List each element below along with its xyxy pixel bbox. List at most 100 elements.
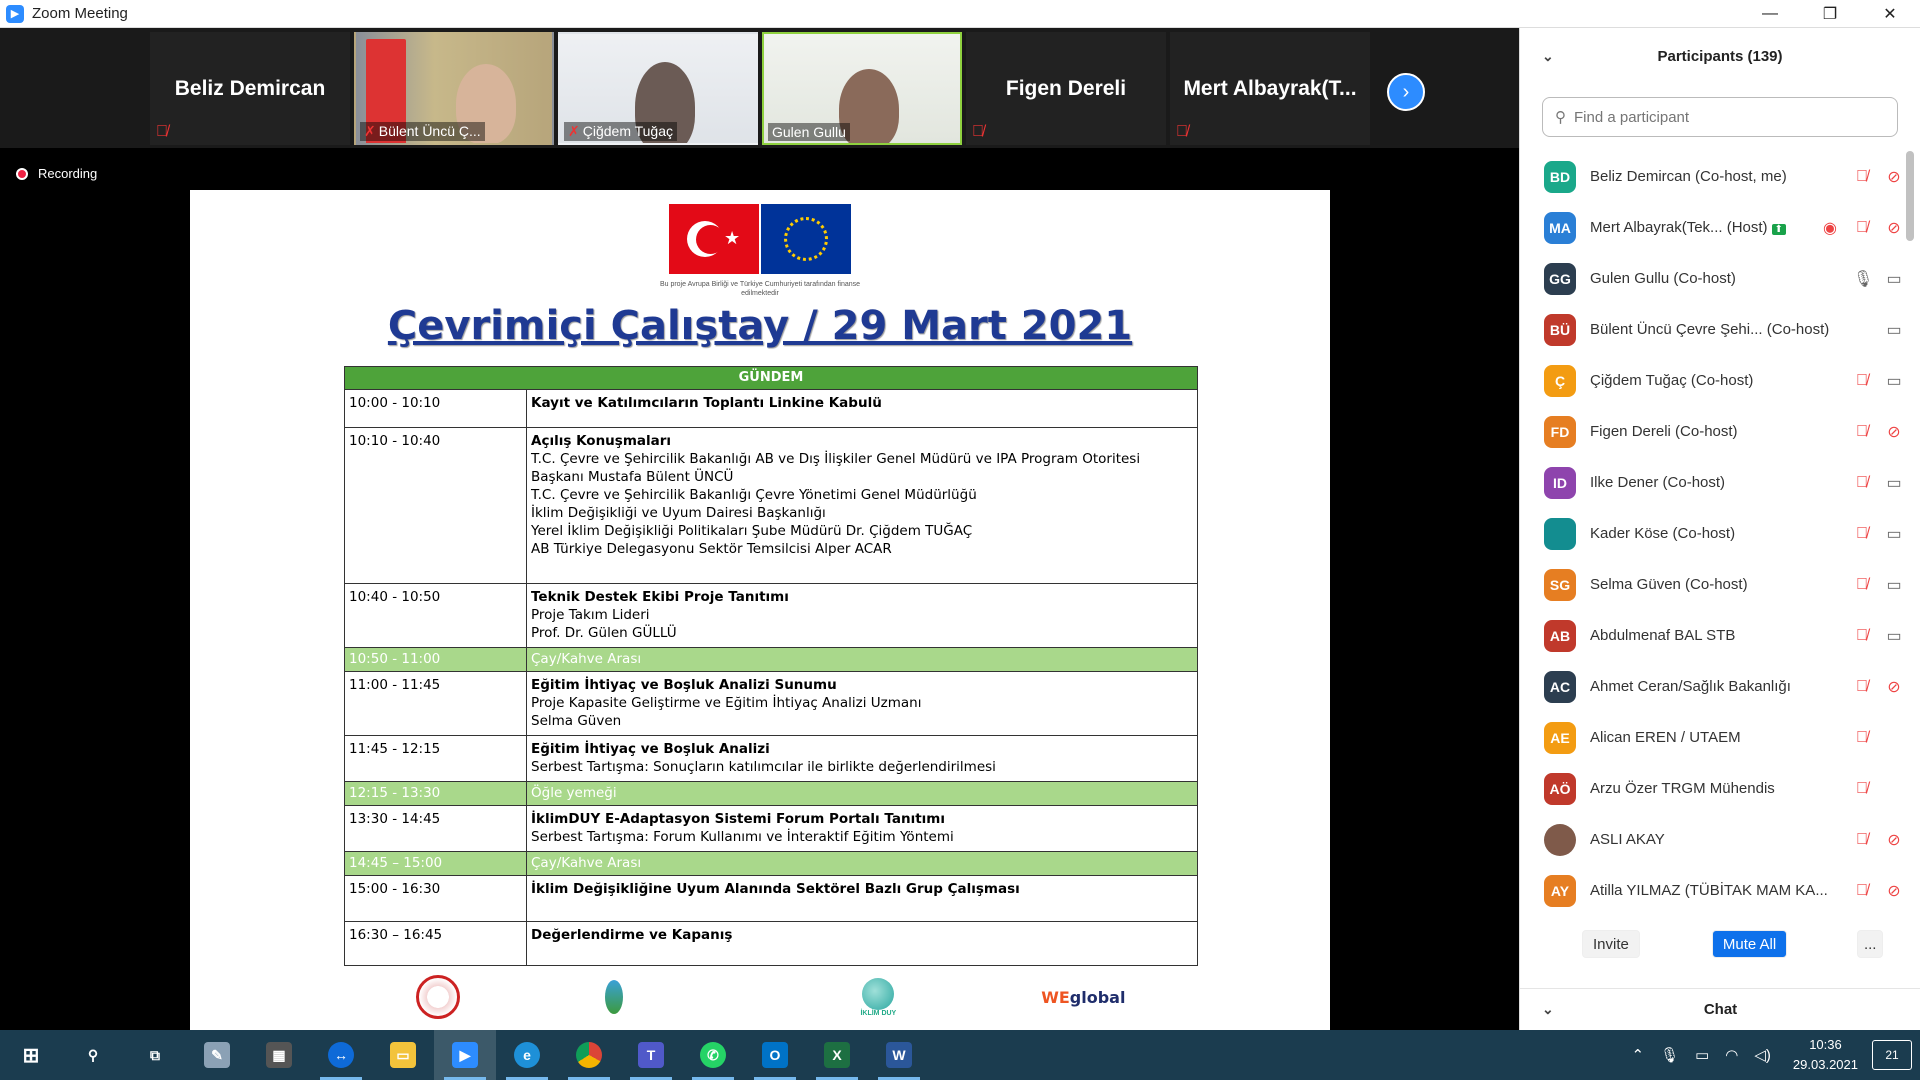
mic-icon[interactable]: 🎙: [1853, 269, 1873, 289]
taskbar-app-word[interactable]: W: [868, 1030, 930, 1080]
mic-muted-icon[interactable]: 🎙̸: [1853, 882, 1871, 900]
agenda-item-line: Çay/Kahve Arası: [531, 855, 642, 871]
search-input[interactable]: [1574, 108, 1874, 126]
turkey-flag-icon: ★: [669, 204, 759, 274]
camera-icon[interactable]: ▭: [1885, 269, 1903, 289]
chevron-down-icon[interactable]: ⌄: [1542, 48, 1554, 65]
camera-icon[interactable]: ▭: [1885, 626, 1903, 646]
participant-row[interactable]: GG Gulen Gullu (Co-host) 🎙 ▭: [1520, 253, 1905, 304]
participants-header[interactable]: ⌄ Participants (139): [1520, 28, 1920, 85]
mic-muted-icon[interactable]: 🎙̸: [1853, 219, 1871, 237]
taskbar-app-explorer[interactable]: ▭: [372, 1030, 434, 1080]
minimize-icon[interactable]: —: [1740, 0, 1800, 28]
more-options-button[interactable]: ...: [1857, 930, 1884, 958]
agenda-time: 15:00 - 16:30: [344, 875, 527, 922]
participant-row[interactable]: ID Ilke Dener (Co-host) 🎙̸ ▭: [1520, 457, 1905, 508]
mic-muted-icon[interactable]: 🎙̸: [1853, 168, 1871, 186]
participant-name: Bülent Üncü Çevre Şehi... (Co-host): [1590, 321, 1830, 338]
participant-row[interactable]: BÜ Bülent Üncü Çevre Şehi... (Co-host) ▭: [1520, 304, 1905, 355]
taskbar-app-calculator[interactable]: ▦: [248, 1030, 310, 1080]
search-button[interactable]: ⚲: [62, 1030, 124, 1080]
mic-muted-icon[interactable]: 🎙̸: [1853, 474, 1871, 492]
participant-status-icons: 🎙̸ ▭: [1853, 524, 1903, 544]
camera-icon[interactable]: ▭: [1885, 575, 1903, 595]
participant-status-icons: 🎙̸ ▭: [1853, 473, 1903, 493]
mic-muted-icon[interactable]: 🎙̸: [1853, 627, 1871, 645]
notification-center-button[interactable]: 21: [1872, 1040, 1912, 1070]
taskbar-app-zoom[interactable]: ▶: [434, 1030, 496, 1080]
mic-muted-icon[interactable]: 🎙̸: [1853, 372, 1871, 390]
participant-list-scrollbar[interactable]: [1906, 151, 1914, 931]
participant-row[interactable]: FD Figen Dereli (Co-host) 🎙̸ ⊘: [1520, 406, 1905, 457]
agenda-description: Öğle yemeği: [526, 781, 1198, 806]
recording-indicator[interactable]: Recording: [16, 166, 97, 181]
agenda-item-line: Proje Takım Lideri: [531, 607, 650, 623]
mic-muted-icon[interactable]: 🎙̸: [1853, 678, 1871, 696]
participant-row[interactable]: Kader Köse (Co-host) 🎙̸ ▭: [1520, 508, 1905, 559]
participant-row[interactable]: AB Abdulmenaf BAL STB 🎙̸ ▭: [1520, 610, 1905, 661]
participant-row[interactable]: AÖ Arzu Özer TRGM Mühendis 🎙̸: [1520, 763, 1905, 814]
taskbar-app-paint[interactable]: ✎: [186, 1030, 248, 1080]
restore-icon[interactable]: ❐: [1800, 0, 1860, 28]
video-tile[interactable]: Beliz Demircan 🎙̸: [150, 32, 350, 145]
taskbar-app-whatsapp[interactable]: ✆: [682, 1030, 744, 1080]
volume-icon[interactable]: ◁): [1754, 1046, 1771, 1064]
mic-muted-icon[interactable]: 🎙̸: [1853, 576, 1871, 594]
close-icon[interactable]: ✕: [1860, 0, 1920, 28]
mute-all-button[interactable]: Mute All: [1711, 930, 1788, 958]
participant-row[interactable]: Ç Çiğdem Tuğaç (Co-host) 🎙̸ ▭: [1520, 355, 1905, 406]
agenda-row: 10:00 - 10:10 Kayıt ve Katılımcıların Top…: [344, 389, 1198, 428]
participant-row[interactable]: MA Mert Albayrak(Tek... (Host) ⬆ ◉ 🎙̸ ⊘: [1520, 202, 1905, 253]
camera-icon[interactable]: ▭: [1885, 473, 1903, 493]
taskbar-app-chrome[interactable]: [558, 1030, 620, 1080]
chat-header[interactable]: ⌄ Chat: [1520, 988, 1920, 1030]
taskbar-app-teams[interactable]: T: [620, 1030, 682, 1080]
participant-search[interactable]: ⚲: [1542, 97, 1898, 137]
mic-muted-icon[interactable]: 🎙̸: [1853, 780, 1871, 798]
invite-button[interactable]: Invite: [1582, 930, 1640, 958]
video-tile[interactable]: Mert Albayrak(T... 🎙̸: [1170, 32, 1370, 145]
camera-off-icon[interactable]: ⊘: [1885, 677, 1903, 697]
start-button[interactable]: ⊞: [0, 1030, 62, 1080]
taskbar-app-teamviewer[interactable]: ↔: [310, 1030, 372, 1080]
camera-off-icon[interactable]: ⊘: [1885, 167, 1903, 187]
video-tile[interactable]: ✗ Bülent Üncü Ç...: [354, 32, 554, 145]
mic-muted-icon[interactable]: 🎙̸: [1853, 423, 1871, 441]
video-tile[interactable]: Figen Dereli 🎙̸: [966, 32, 1166, 145]
camera-off-icon[interactable]: ⊘: [1885, 881, 1903, 901]
microphone-icon[interactable]: 🎙: [1660, 1046, 1679, 1064]
taskbar-app-ie[interactable]: e: [496, 1030, 558, 1080]
camera-icon[interactable]: ▭: [1885, 371, 1903, 391]
camera-off-icon[interactable]: ⊘: [1885, 830, 1903, 850]
chevron-up-icon[interactable]: ⌃: [1631, 1046, 1644, 1064]
participant-row[interactable]: SG Selma Güven (Co-host) 🎙̸ ▭: [1520, 559, 1905, 610]
video-tile-active-speaker[interactable]: Gulen Gullu: [762, 32, 962, 145]
camera-off-icon[interactable]: ⊘: [1885, 422, 1903, 442]
camera-icon[interactable]: ▭: [1885, 524, 1903, 544]
participant-row[interactable]: AE Alican EREN / UTAEM 🎙̸: [1520, 712, 1905, 763]
mic-muted-icon[interactable]: 🎙̸: [1853, 831, 1871, 849]
chevron-down-icon[interactable]: ⌄: [1542, 1001, 1554, 1018]
camera-icon[interactable]: ▭: [1885, 320, 1903, 340]
calculator-icon: ▦: [266, 1042, 292, 1068]
clock[interactable]: 10:36 29.03.2021: [1793, 1035, 1858, 1075]
mic-muted-icon[interactable]: 🎙̸: [1853, 525, 1871, 543]
wifi-icon[interactable]: ◠: [1725, 1046, 1738, 1064]
mic-muted-icon[interactable]: 🎙̸: [1853, 729, 1871, 747]
battery-icon[interactable]: ▭: [1695, 1046, 1709, 1064]
agenda-time: 11:00 - 11:45: [344, 671, 527, 736]
participant-name: ASLI AKAY: [1590, 831, 1665, 848]
taskbar-app-excel[interactable]: X: [806, 1030, 868, 1080]
video-tile[interactable]: ✗ Çiğdem Tuğaç: [558, 32, 758, 145]
participant-row[interactable]: BD Beliz Demircan (Co-host, me) 🎙̸ ⊘: [1520, 151, 1905, 202]
taskbar-app-outlook[interactable]: O: [744, 1030, 806, 1080]
participant-row[interactable]: AY Atilla YILMAZ (TÜBİTAK MAM KA... 🎙̸ ⊘: [1520, 865, 1905, 916]
task-view-button[interactable]: ⧉: [124, 1030, 186, 1080]
chrome-icon: [576, 1042, 602, 1068]
agenda-item-title: İklim Değişikliğine Uyum Alanında Sektör…: [531, 881, 1020, 897]
agenda-break-row: 12:15 - 13:30 Öğle yemeği: [344, 781, 1198, 806]
next-page-button[interactable]: ›: [1387, 73, 1425, 111]
camera-off-icon[interactable]: ⊘: [1885, 218, 1903, 238]
participant-row[interactable]: AC Ahmet Ceran/Sağlık Bakanlığı 🎙̸ ⊘: [1520, 661, 1905, 712]
participant-row[interactable]: ASLI AKAY 🎙̸ ⊘: [1520, 814, 1905, 865]
